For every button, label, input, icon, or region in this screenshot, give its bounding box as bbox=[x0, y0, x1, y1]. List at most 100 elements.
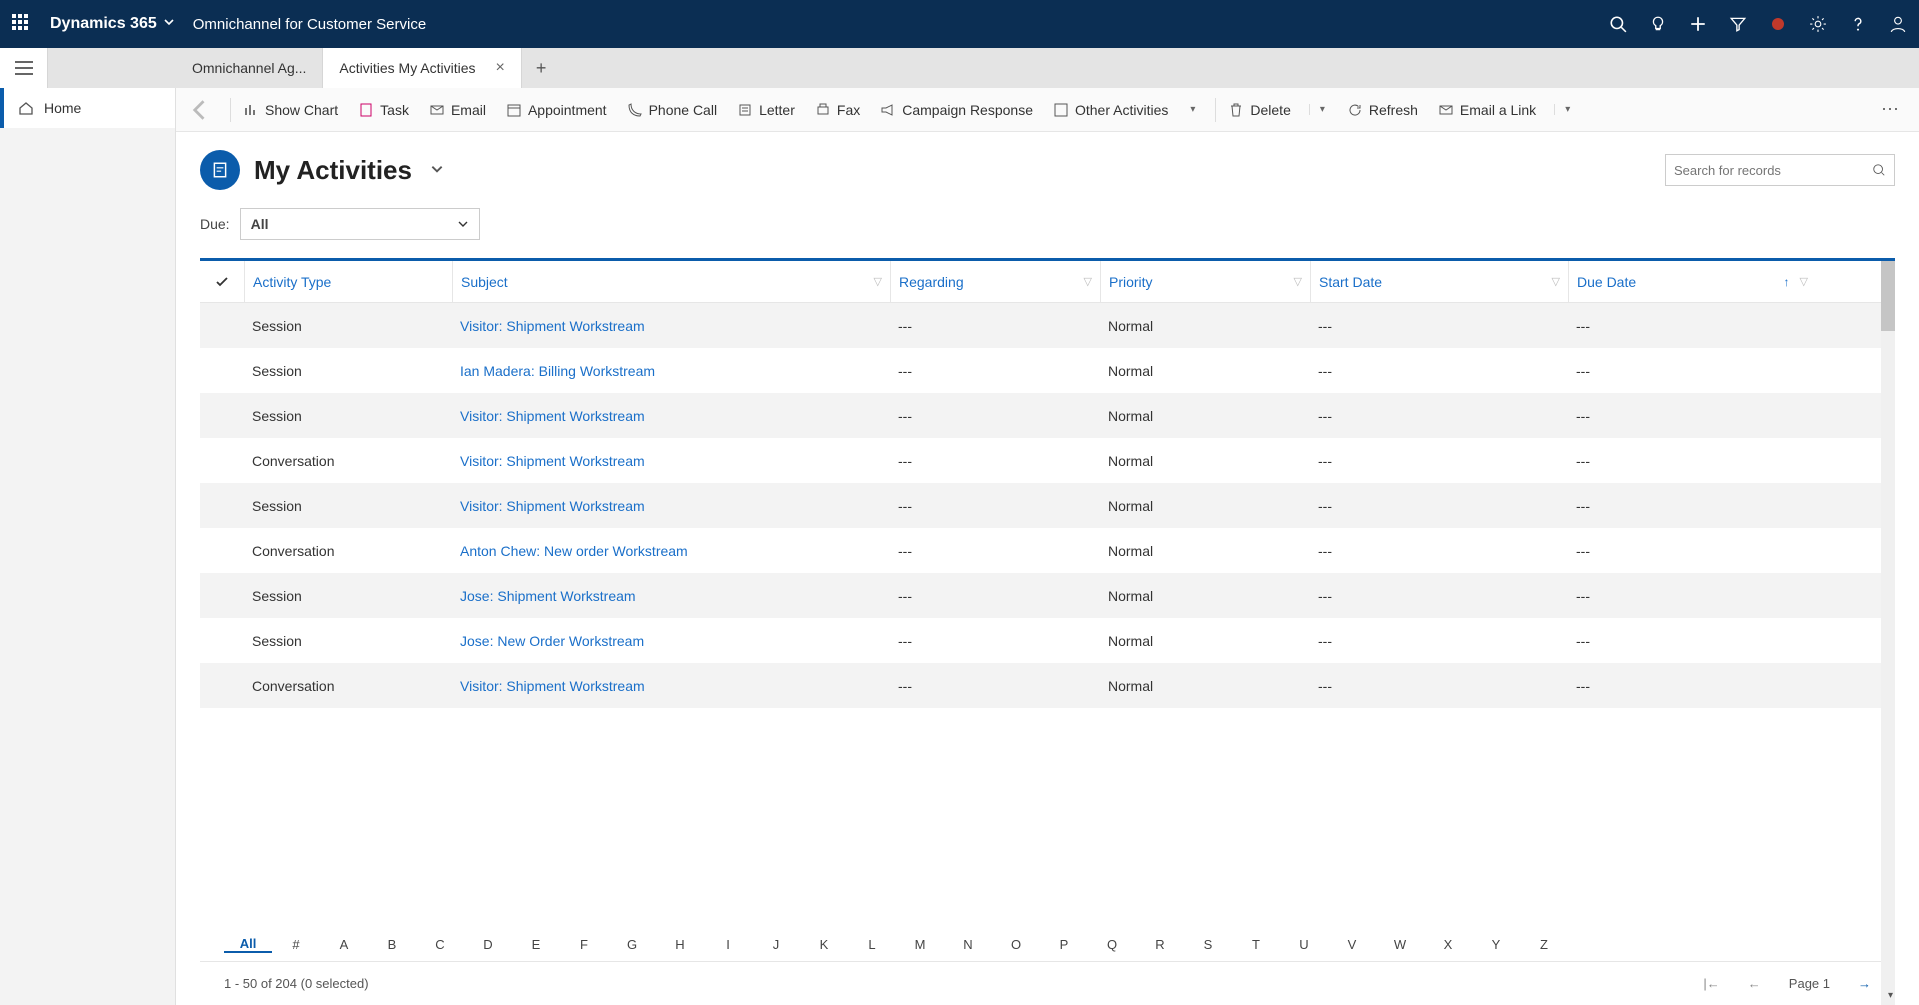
alpha-filter-s[interactable]: S bbox=[1184, 937, 1232, 952]
campaign-response-button[interactable]: Campaign Response bbox=[878, 98, 1035, 122]
email-button[interactable]: Email bbox=[427, 98, 488, 122]
alpha-filter-i[interactable]: I bbox=[704, 937, 752, 952]
col-priority[interactable]: Priority▽ bbox=[1100, 261, 1310, 302]
cell-subject-link[interactable]: Jose: Shipment Workstream bbox=[452, 588, 890, 604]
search-icon[interactable] bbox=[1872, 163, 1886, 177]
alpha-filter-g[interactable]: G bbox=[608, 937, 656, 952]
new-tab-button[interactable]: + bbox=[522, 48, 561, 88]
user-icon[interactable] bbox=[1889, 15, 1907, 33]
scrollbar-thumb[interactable] bbox=[1881, 261, 1895, 331]
cell-subject-link[interactable]: Visitor: Shipment Workstream bbox=[452, 408, 890, 424]
show-chart-button[interactable]: Show Chart bbox=[230, 98, 340, 122]
lightbulb-icon[interactable] bbox=[1649, 15, 1667, 33]
alpha-filter-v[interactable]: V bbox=[1328, 937, 1376, 952]
nav-home[interactable]: Home bbox=[0, 88, 175, 128]
filter-icon[interactable] bbox=[1729, 15, 1747, 33]
alpha-filter-u[interactable]: U bbox=[1280, 937, 1328, 952]
col-start-date[interactable]: Start Date▽ bbox=[1310, 261, 1568, 302]
brand-chevron-icon[interactable] bbox=[163, 15, 175, 33]
letter-button[interactable]: Letter bbox=[735, 98, 797, 122]
other-activities-dropdown[interactable]: ▾ bbox=[1186, 104, 1199, 115]
filter-glyph-icon[interactable]: ▽ bbox=[1294, 275, 1302, 288]
alpha-filter-d[interactable]: D bbox=[464, 937, 512, 952]
prev-page-button[interactable]: ← bbox=[1748, 976, 1761, 991]
alpha-filter-r[interactable]: R bbox=[1136, 937, 1184, 952]
alpha-filter-f[interactable]: F bbox=[560, 937, 608, 952]
brand-name[interactable]: Dynamics 365 bbox=[50, 15, 157, 33]
table-row[interactable]: SessionJose: New Order Workstream---Norm… bbox=[200, 618, 1895, 663]
delete-dropdown[interactable]: ▾ bbox=[1309, 104, 1329, 115]
alpha-filter-n[interactable]: N bbox=[944, 937, 992, 952]
alpha-filter-b[interactable]: B bbox=[368, 937, 416, 952]
alpha-filter-q[interactable]: Q bbox=[1088, 937, 1136, 952]
alpha-filter-#[interactable]: # bbox=[272, 937, 320, 952]
next-page-button[interactable]: → bbox=[1858, 976, 1871, 991]
cell-subject-link[interactable]: Ian Madera: Billing Workstream bbox=[452, 363, 890, 379]
back-button[interactable] bbox=[186, 96, 214, 124]
alpha-filter-k[interactable]: K bbox=[800, 937, 848, 952]
phone-call-button[interactable]: Phone Call bbox=[625, 98, 720, 122]
filter-glyph-icon[interactable]: ▽ bbox=[874, 275, 882, 288]
sort-asc-icon[interactable]: ↑ bbox=[1784, 275, 1790, 289]
search-input[interactable] bbox=[1674, 163, 1866, 178]
table-row[interactable]: ConversationVisitor: Shipment Workstream… bbox=[200, 663, 1895, 708]
table-row[interactable]: SessionVisitor: Shipment Workstream---No… bbox=[200, 393, 1895, 438]
scroll-down-icon[interactable]: ▾ bbox=[1888, 990, 1893, 1001]
select-all-checkbox[interactable] bbox=[200, 274, 244, 290]
alpha-filter-t[interactable]: T bbox=[1232, 937, 1280, 952]
tab-activities[interactable]: Activities My Activities × bbox=[323, 48, 521, 88]
alpha-filter-w[interactable]: W bbox=[1376, 937, 1424, 952]
filter-glyph-icon[interactable]: ▽ bbox=[1800, 275, 1808, 288]
cell-subject-link[interactable]: Jose: New Order Workstream bbox=[452, 633, 890, 649]
table-row[interactable]: SessionVisitor: Shipment Workstream---No… bbox=[200, 303, 1895, 348]
alpha-filter-j[interactable]: J bbox=[752, 937, 800, 952]
table-row[interactable]: SessionJose: Shipment Workstream---Norma… bbox=[200, 573, 1895, 618]
close-icon[interactable]: × bbox=[496, 59, 505, 77]
email-link-button[interactable]: Email a Link bbox=[1436, 98, 1538, 122]
cell-subject-link[interactable]: Visitor: Shipment Workstream bbox=[452, 453, 890, 469]
alpha-filter-x[interactable]: X bbox=[1424, 937, 1472, 952]
alpha-filter-m[interactable]: M bbox=[896, 937, 944, 952]
col-due-date[interactable]: Due Date↑▽ bbox=[1568, 261, 1816, 302]
refresh-button[interactable]: Refresh bbox=[1345, 98, 1420, 122]
table-row[interactable]: ConversationVisitor: Shipment Workstream… bbox=[200, 438, 1895, 483]
app-launcher-icon[interactable] bbox=[12, 14, 32, 34]
tab-omnichannel-agent[interactable]: Omnichannel Ag... bbox=[176, 48, 323, 88]
alpha-filter-z[interactable]: Z bbox=[1520, 937, 1568, 952]
filter-glyph-icon[interactable]: ▽ bbox=[1084, 275, 1092, 288]
alpha-filter-h[interactable]: H bbox=[656, 937, 704, 952]
table-row[interactable]: SessionVisitor: Shipment Workstream---No… bbox=[200, 483, 1895, 528]
overflow-menu-icon[interactable]: ⋯ bbox=[1873, 99, 1909, 120]
filter-glyph-icon[interactable]: ▽ bbox=[1552, 275, 1560, 288]
alpha-filter-o[interactable]: O bbox=[992, 937, 1040, 952]
cell-subject-link[interactable]: Anton Chew: New order Workstream bbox=[452, 543, 890, 559]
cell-subject-link[interactable]: Visitor: Shipment Workstream bbox=[452, 318, 890, 334]
table-row[interactable]: SessionIan Madera: Billing Workstream---… bbox=[200, 348, 1895, 393]
alpha-filter-a[interactable]: A bbox=[320, 937, 368, 952]
record-search[interactable] bbox=[1665, 154, 1895, 186]
alpha-filter-p[interactable]: P bbox=[1040, 937, 1088, 952]
other-activities-button[interactable]: Other Activities bbox=[1051, 98, 1170, 122]
view-selector-dropdown[interactable] bbox=[430, 162, 444, 179]
appointment-button[interactable]: Appointment bbox=[504, 98, 609, 122]
fax-button[interactable]: Fax bbox=[813, 98, 862, 122]
delete-button[interactable]: Delete bbox=[1215, 98, 1292, 122]
settings-gear-icon[interactable] bbox=[1809, 15, 1827, 33]
alpha-filter-y[interactable]: Y bbox=[1472, 937, 1520, 952]
alpha-filter-e[interactable]: E bbox=[512, 937, 560, 952]
scrollbar[interactable]: ▾ bbox=[1881, 261, 1895, 1005]
alpha-filter-all[interactable]: All bbox=[224, 936, 272, 953]
due-filter-select[interactable]: All bbox=[240, 208, 480, 240]
alpha-filter-l[interactable]: L bbox=[848, 937, 896, 952]
col-subject[interactable]: Subject▽ bbox=[452, 261, 890, 302]
col-regarding[interactable]: Regarding▽ bbox=[890, 261, 1100, 302]
help-icon[interactable] bbox=[1849, 15, 1867, 33]
add-icon[interactable] bbox=[1689, 15, 1707, 33]
cell-subject-link[interactable]: Visitor: Shipment Workstream bbox=[452, 498, 890, 514]
task-button[interactable]: Task bbox=[356, 98, 411, 122]
col-activity-type[interactable]: Activity Type bbox=[244, 261, 452, 302]
first-page-button[interactable]: |← bbox=[1703, 976, 1719, 991]
hamburger-icon[interactable] bbox=[0, 48, 48, 88]
alpha-filter-c[interactable]: C bbox=[416, 937, 464, 952]
cell-subject-link[interactable]: Visitor: Shipment Workstream bbox=[452, 678, 890, 694]
